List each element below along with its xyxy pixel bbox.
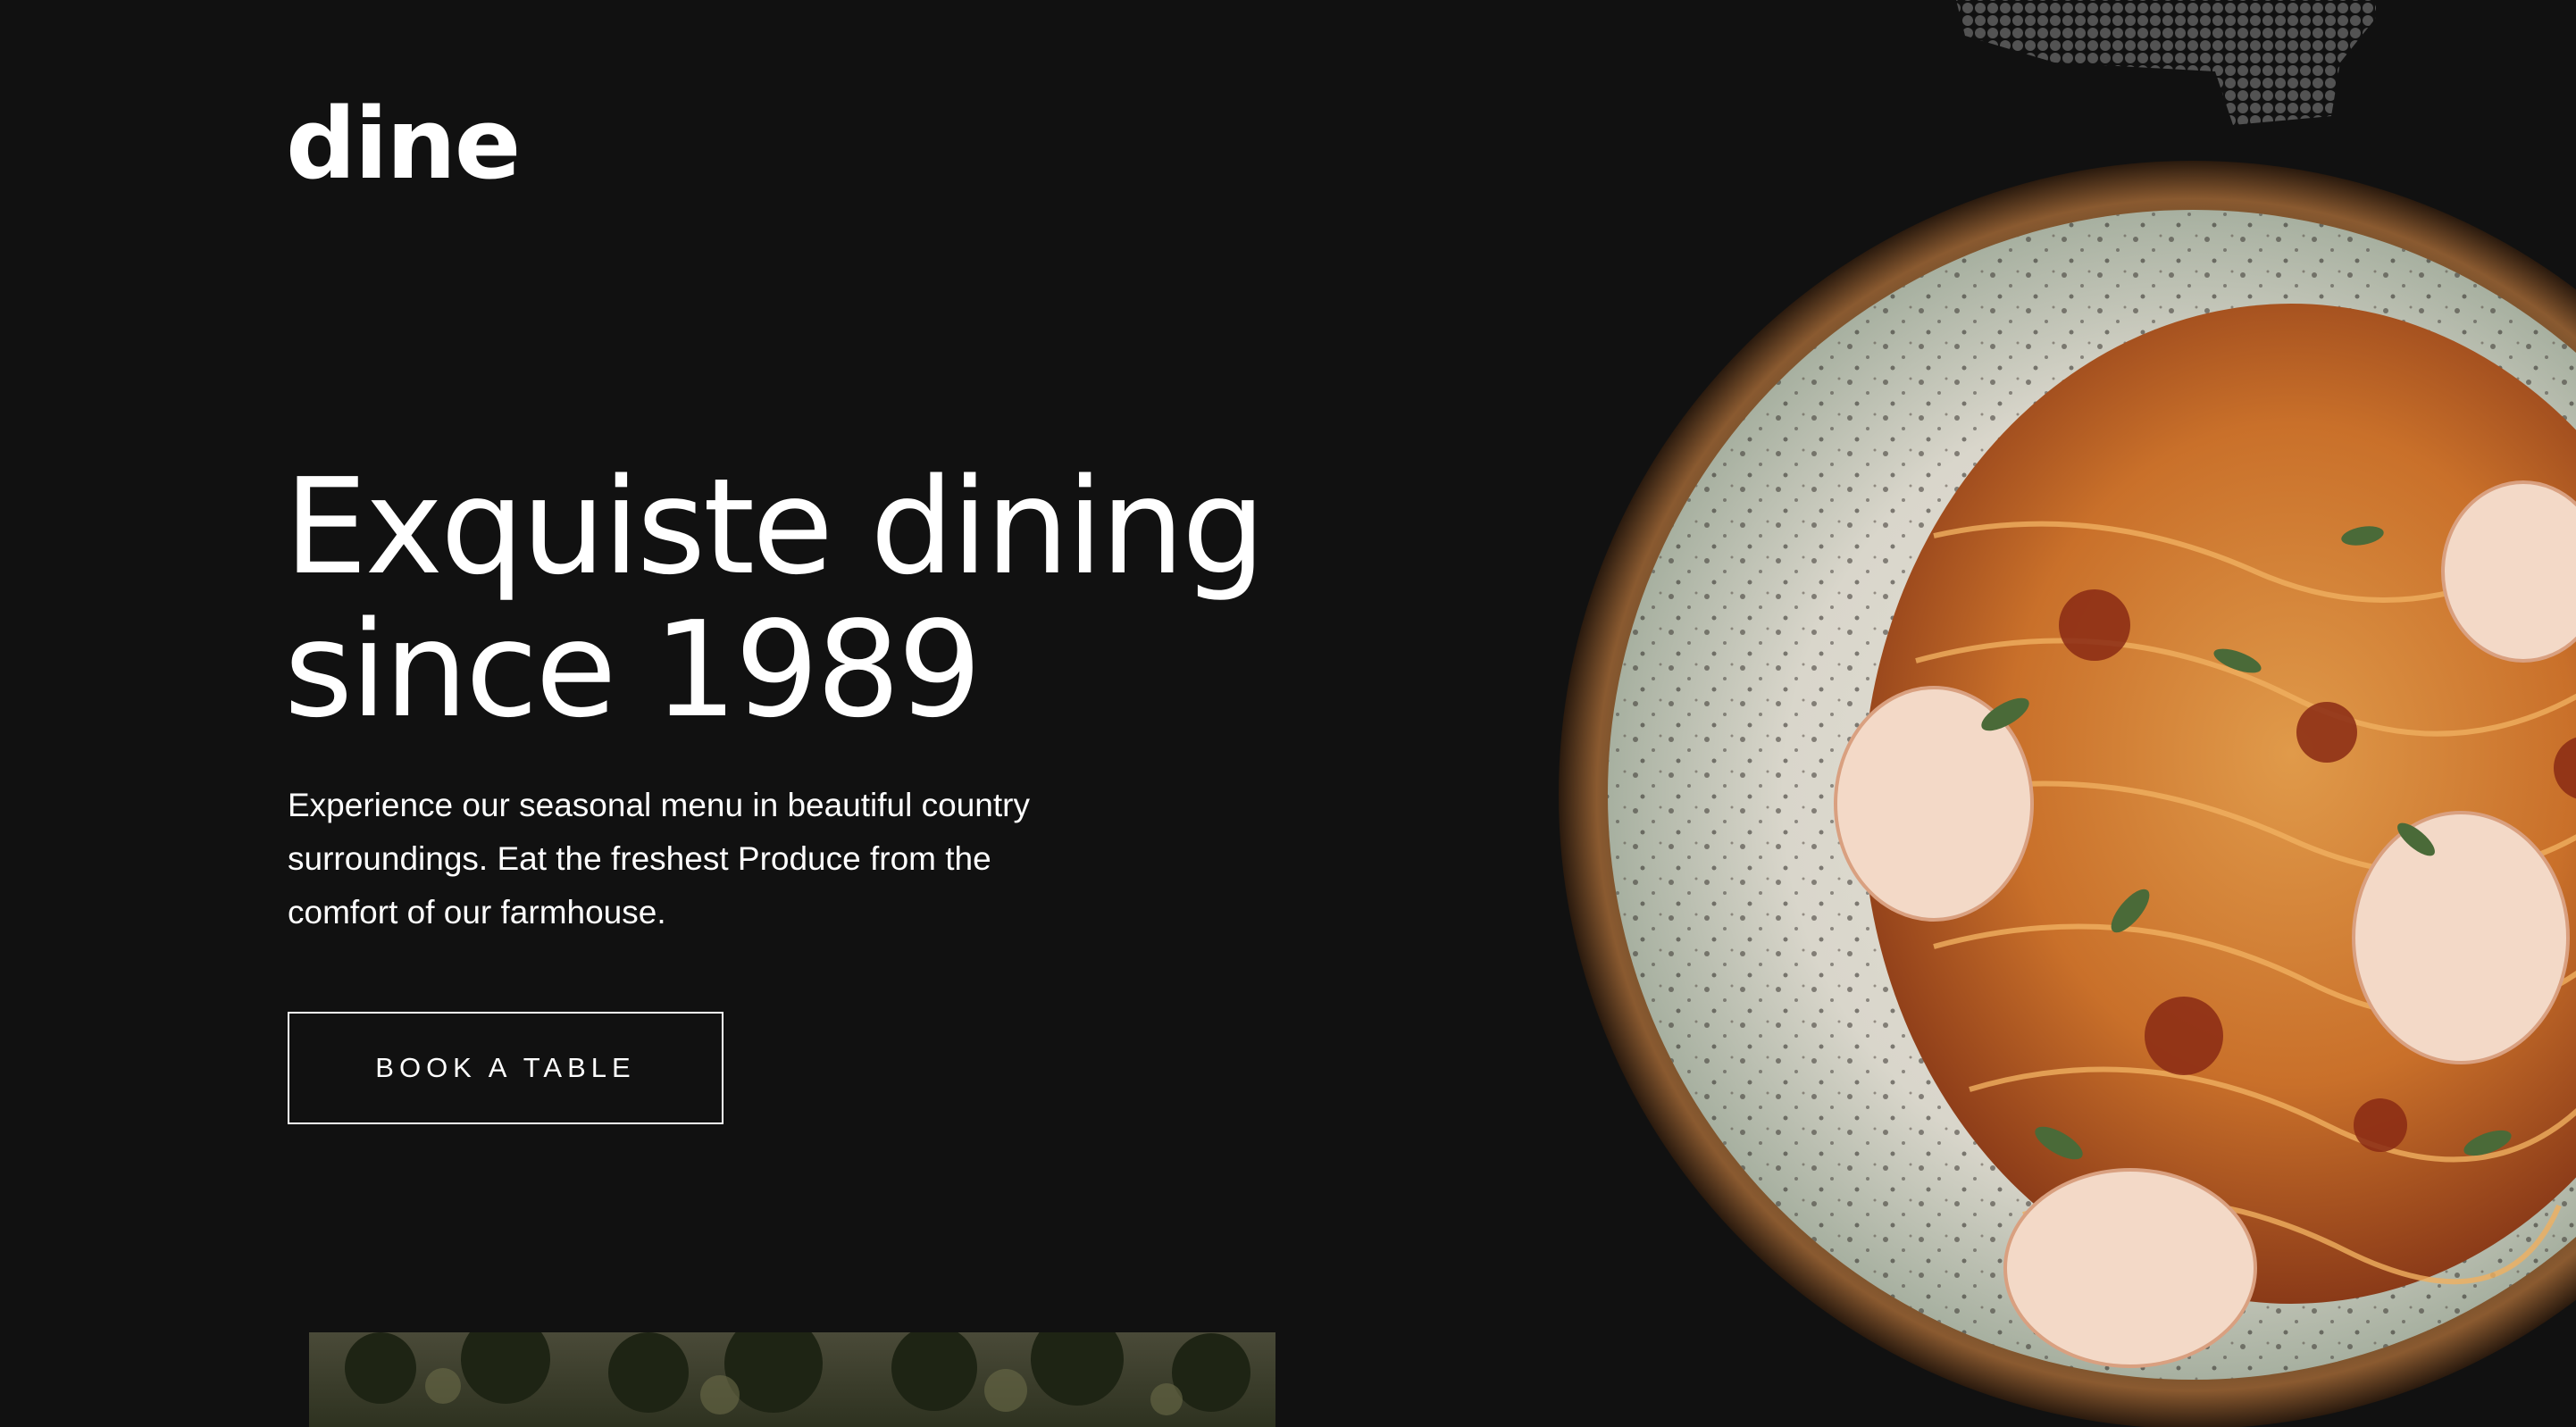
logo[interactable]: dine [286, 95, 521, 193]
hero-dish-image [1559, 161, 2576, 1427]
book-table-button[interactable]: BOOK A TABLE [288, 1012, 723, 1124]
hero-section: dine Exquiste dining since 1989 Experien… [0, 0, 2576, 1427]
landscape-image [309, 1332, 1275, 1427]
hero-description: Experience our seasonal menu in beautifu… [288, 787, 1030, 930]
decorative-pattern [1956, 0, 2376, 125]
page-title: Exquiste dining since 1989 [284, 450, 1266, 747]
